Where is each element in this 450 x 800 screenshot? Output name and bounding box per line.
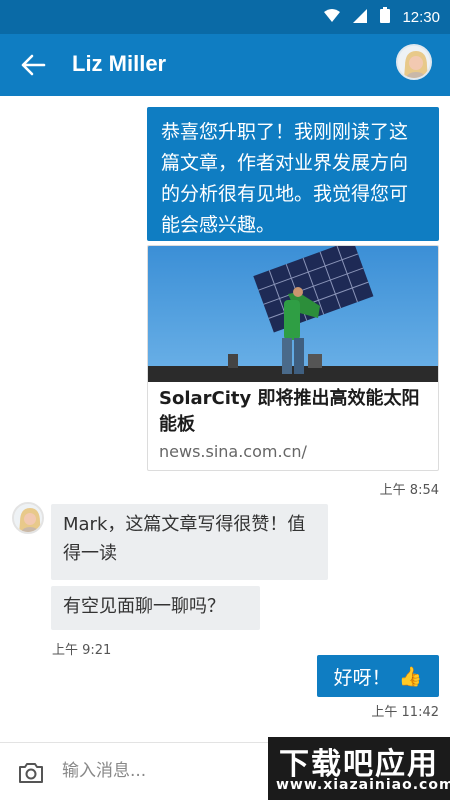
status-bar: 12:30 [0, 0, 450, 34]
incoming-message[interactable]: 有空见面聊一聊吗？ [51, 586, 260, 630]
signal-icon [352, 8, 368, 27]
back-button[interactable] [14, 48, 52, 82]
article-image [148, 246, 438, 382]
wifi-icon [324, 8, 341, 27]
sender-avatar[interactable] [12, 502, 44, 534]
battery-icon [380, 7, 391, 27]
outgoing-message[interactable]: 好呀！ 👍 [317, 655, 439, 697]
message-timestamp: 上午 8:54 [379, 483, 439, 498]
camera-button[interactable] [18, 761, 44, 785]
message-list[interactable]: 恭喜您升职了！我刚刚读了这篇文章，作者对业界发展方向的分析很有见地。我觉得您可能… [0, 96, 450, 742]
conversation-header: Liz Miller [0, 34, 450, 96]
reply-text: 好呀！ [333, 666, 391, 689]
incoming-message[interactable]: Mark，这篇文章写得很赞！值得一读 [51, 504, 328, 580]
message-input[interactable] [62, 755, 262, 787]
camera-icon [19, 763, 43, 783]
status-time: 12:30 [402, 8, 440, 26]
contact-avatar[interactable] [396, 44, 432, 80]
message-timestamp: 上午 9:21 [52, 643, 112, 658]
thumbs-up-emoji: 👍 [398, 665, 423, 688]
watermark: 下载吧应用 www.xiazainiao.com [268, 737, 450, 800]
message-timestamp: 上午 11:42 [371, 705, 439, 720]
watermark-url: www.xiazainiao.com [276, 777, 450, 793]
outgoing-message[interactable]: 恭喜您升职了！我刚刚读了这篇文章，作者对业界发展方向的分析很有见地。我觉得您可能… [147, 107, 439, 241]
link-title[interactable]: SolarCity 即将推出高效能太阳能板 [159, 386, 434, 438]
contact-name[interactable]: Liz Miller [72, 51, 166, 77]
back-arrow-icon [21, 54, 46, 76]
link-preview-card[interactable]: SolarCity 即将推出高效能太阳能板 news.sina.com.cn/ [147, 245, 439, 471]
link-url[interactable]: news.sina.com.cn/ [159, 442, 307, 461]
